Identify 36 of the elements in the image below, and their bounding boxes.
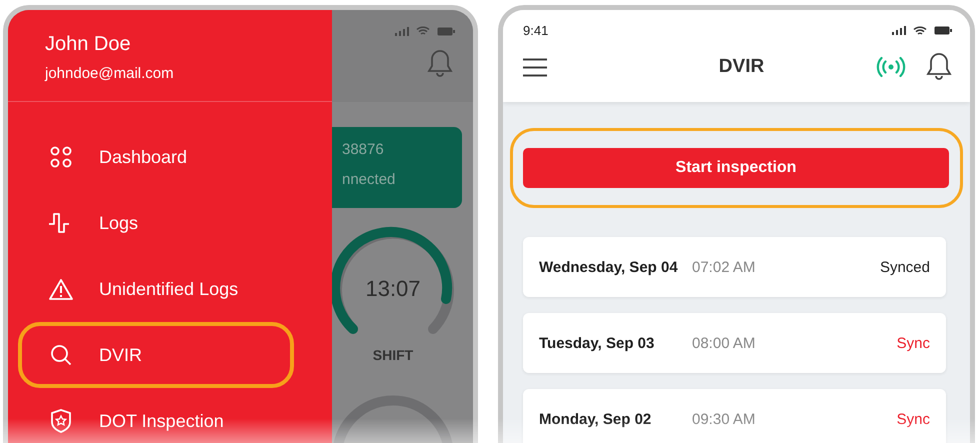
card-status: nnected: [342, 171, 396, 188]
gauge-label: SHIFT: [372, 347, 414, 363]
gauge-time: 13:07: [365, 276, 421, 301]
card-number: 38876: [342, 141, 385, 158]
screen-title: DVIR: [718, 56, 764, 78]
inspection-row[interactable]: Monday, Sep 02 09:30 AM Sync: [523, 389, 946, 443]
battery-icon: [437, 26, 455, 36]
warning-icon: [46, 278, 76, 300]
inspection-row[interactable]: Tuesday, Sep 03 08:00 AM Sync: [523, 313, 946, 373]
signal-icon: [395, 26, 409, 36]
sync-link[interactable]: Sync: [896, 410, 930, 428]
menu-item[interactable]: Logs: [18, 190, 294, 256]
inspection-time: 08:00 AM: [692, 334, 756, 352]
bell-icon[interactable]: [926, 52, 952, 82]
battery-icon: [934, 26, 952, 35]
start-inspection-button[interactable]: Start inspection: [523, 148, 949, 188]
menu-icon[interactable]: [523, 58, 547, 76]
inspection-row[interactable]: Wednesday, Sep 04 07:02 AM Synced: [523, 237, 946, 297]
menu-item[interactable]: Dashboard: [18, 124, 294, 190]
inspection-time: 07:02 AM: [692, 258, 756, 276]
inspection-date: Tuesday, Sep 03: [539, 334, 656, 352]
sync-link[interactable]: Sync: [896, 334, 930, 352]
inspection-time: 09:30 AM: [692, 410, 756, 428]
user-email: johndoe@mail.com: [45, 65, 175, 82]
menu-item[interactable]: Unidentified Logs: [18, 256, 294, 322]
user-name: John Doe: [45, 33, 132, 56]
inspection-date: Monday, Sep 02: [539, 410, 652, 428]
sync-status: Synced: [880, 258, 930, 276]
wifi-icon: [416, 26, 430, 36]
wifi-icon: [913, 26, 927, 36]
status-time: 9:41: [523, 23, 548, 38]
menu-item[interactable]: DOT Inspection: [18, 388, 294, 443]
broadcast-icon[interactable]: [876, 56, 906, 78]
menu-item[interactable]: DVIR: [18, 322, 294, 388]
signal-icon: [892, 26, 906, 35]
inspection-date: Wednesday, Sep 04: [539, 258, 679, 276]
